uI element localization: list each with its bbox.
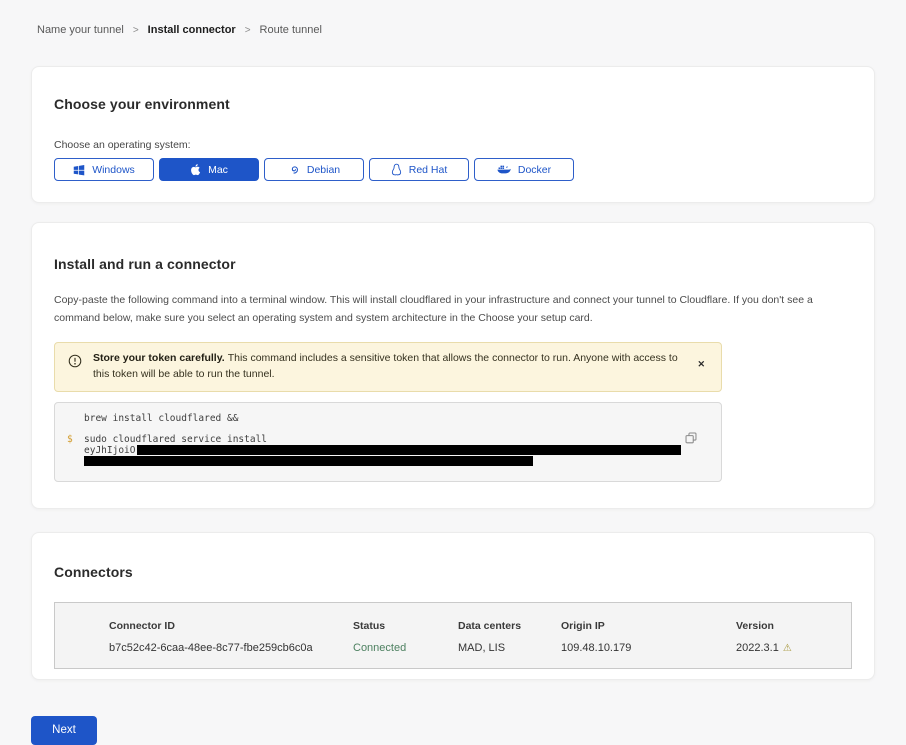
table-row: b7c52c42-6caa-48ee-8c77-fbe259cb6c0a Con… [109,642,851,654]
status-badge: Connected [353,642,458,654]
install-instructions: Copy-paste the following command into a … [54,291,849,327]
os-button-windows[interactable]: Windows [54,158,154,181]
breadcrumb-step-install-connector[interactable]: Install connector [148,24,236,36]
os-button-label: Red Hat [409,164,448,176]
os-button-redhat[interactable]: Red Hat [369,158,469,181]
os-select-label: Choose an operating system: [54,139,852,151]
breadcrumb-separator: > [133,25,139,36]
debian-icon [288,164,300,176]
data-centers-value: MAD, LIS [458,642,561,654]
command-line-1-text: brew install cloudflared && [84,413,238,424]
environment-card-title: Choose your environment [54,96,852,112]
connectors-card-title: Connectors [54,564,852,580]
os-button-mac[interactable]: Mac [159,158,259,181]
choose-environment-card: Choose your environment Choose an operat… [31,66,875,203]
redacted-token-bar [137,445,681,455]
command-line-1: brew install cloudflared && [55,413,721,424]
origin-ip-value: 109.48.10.179 [561,642,736,654]
redacted-token-bar [84,456,533,466]
apple-icon [190,163,201,176]
token-warning-text: Store your token carefully.This command … [93,351,682,383]
os-button-group: Windows Mac Debian Red Hat Docker [54,158,852,181]
breadcrumb: Name your tunnel > Install connector > R… [0,0,906,36]
connector-id-value: b7c52c42-6caa-48ee-8c77-fbe259cb6c0a [109,642,353,654]
column-header-origin-ip: Origin IP [561,620,736,632]
redhat-icon [391,163,402,176]
shell-prompt: $ [67,434,73,445]
token-prefix: eyJhIjoiO [84,445,135,456]
column-header-data-centers: Data centers [458,620,561,632]
docker-icon [497,164,511,175]
breadcrumb-step-name-your-tunnel[interactable]: Name your tunnel [37,24,124,36]
token-line-2 [55,456,721,469]
version-warning-icon: ⚠ [783,643,792,654]
token-line-1: eyJhIjoiO [55,445,721,456]
copy-icon[interactable] [683,430,699,449]
windows-icon [73,164,85,176]
token-warning-banner: Store your token carefully.This command … [54,342,722,392]
connectors-card: Connectors Connector ID Status Data cent… [31,532,875,680]
install-card-title: Install and run a connector [54,256,852,272]
table-header-row: Connector ID Status Data centers Origin … [109,620,851,632]
command-line-2: $ sudo cloudflared service install [55,434,721,445]
breadcrumb-step-route-tunnel[interactable]: Route tunnel [260,24,322,36]
version-value: 2022.3.1 ⚠ [736,642,851,654]
os-button-label: Docker [518,164,551,176]
command-line-2-text: sudo cloudflared service install [84,434,267,445]
column-header-status: Status [353,620,458,632]
os-button-label: Debian [307,164,340,176]
column-header-version: Version [736,620,851,632]
token-warning-bold: Store your token carefully. [93,352,225,364]
os-button-docker[interactable]: Docker [474,158,574,181]
breadcrumb-separator: > [245,25,251,36]
column-header-connector-id: Connector ID [109,620,353,632]
install-connector-card: Install and run a connector Copy-paste t… [31,222,875,509]
install-command-block: brew install cloudflared && $ sudo cloud… [54,402,722,482]
os-button-label: Windows [92,164,135,176]
os-button-debian[interactable]: Debian [264,158,364,181]
close-icon[interactable]: ✕ [693,357,709,372]
version-number: 2022.3.1 [736,642,779,654]
alert-circle-icon [68,354,82,368]
os-button-label: Mac [208,164,228,176]
connectors-table: Connector ID Status Data centers Origin … [54,602,852,669]
next-button[interactable]: Next [31,716,97,745]
